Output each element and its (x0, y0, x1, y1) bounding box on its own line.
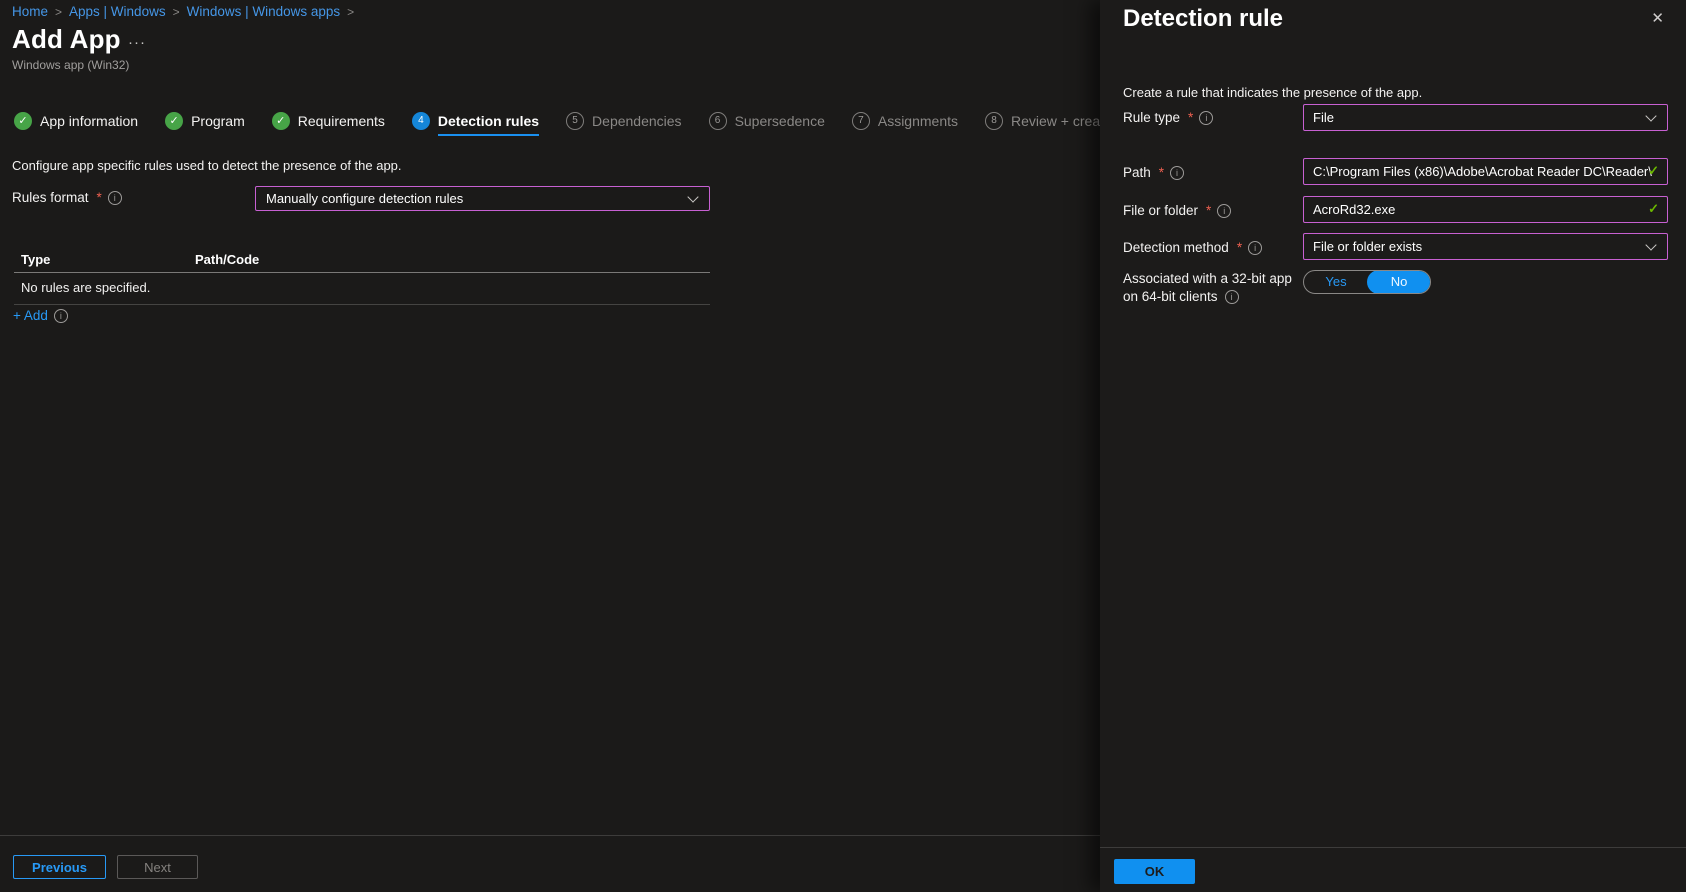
rule-type-label: Rule type * i (1123, 110, 1213, 125)
previous-button[interactable]: Previous (13, 855, 106, 879)
step-label: Detection rules (438, 113, 539, 136)
breadcrumb: Home > Apps | Windows > Windows | Window… (12, 4, 354, 19)
label-text: File or folder (1123, 203, 1198, 218)
toggle-option-yes[interactable]: Yes (1304, 271, 1368, 293)
path-value: C:\Program Files (x86)\Adobe\Acrobat Rea… (1313, 164, 1652, 179)
panel-title: Detection rule (1123, 5, 1283, 33)
step-program[interactable]: ✓ Program (165, 112, 245, 130)
rules-format-value: Manually configure detection rules (266, 191, 463, 206)
associated-32bit-label-line1: Associated with a 32-bit app (1123, 271, 1292, 286)
required-asterisk: * (1206, 203, 1211, 218)
add-rule-link[interactable]: + Add i (13, 308, 68, 323)
path-label: Path * i (1123, 165, 1184, 180)
table-empty-message: No rules are specified. (21, 280, 150, 295)
step-label: Assignments (878, 113, 958, 129)
chevron-right-icon: > (347, 5, 354, 19)
step-detection-rules[interactable]: 4 Detection rules (412, 112, 539, 130)
chevron-down-icon (1645, 110, 1656, 121)
table-divider (14, 304, 710, 305)
breadcrumb-link-apps-windows[interactable]: Apps | Windows (69, 4, 166, 19)
chevron-down-icon (687, 191, 698, 202)
required-asterisk: * (97, 190, 102, 205)
step-assignments[interactable]: 7 Assignments (852, 112, 958, 130)
panel-description: Create a rule that indicates the presenc… (1123, 85, 1422, 100)
next-button[interactable]: Next (117, 855, 198, 879)
label-text: on 64-bit clients (1123, 289, 1218, 304)
step-label: Dependencies (592, 113, 682, 129)
label-text: Detection method (1123, 240, 1229, 255)
valid-check-icon: ✓ (1648, 201, 1659, 217)
check-circle-icon: ✓ (165, 112, 183, 130)
rule-type-value: File (1313, 110, 1334, 125)
breadcrumb-link-windows-apps[interactable]: Windows | Windows apps (187, 4, 341, 19)
step-label: Program (191, 113, 245, 129)
check-circle-icon: ✓ (272, 112, 290, 130)
step-number-icon: 7 (852, 112, 870, 130)
table-divider (14, 272, 710, 273)
step-label: App information (40, 113, 138, 129)
step-review-create[interactable]: 8 Review + create (985, 112, 1112, 130)
info-icon[interactable]: i (1248, 241, 1262, 255)
step-number-icon: 8 (985, 112, 1003, 130)
valid-check-icon: ✓ (1648, 163, 1659, 179)
required-asterisk: * (1188, 110, 1193, 125)
step-dependencies[interactable]: 5 Dependencies (566, 112, 682, 130)
rules-format-label: Rules format * i (12, 190, 122, 205)
breadcrumb-link-home[interactable]: Home (12, 4, 48, 19)
detection-method-value: File or folder exists (1313, 239, 1422, 254)
page-subtitle: Windows app (Win32) (12, 58, 129, 72)
info-icon[interactable]: i (1225, 290, 1239, 304)
detection-rule-panel: Detection rule ✕ Create a rule that indi… (1100, 0, 1686, 892)
step-supersedence[interactable]: 6 Supersedence (709, 112, 825, 130)
close-icon[interactable]: ✕ (1651, 9, 1664, 27)
step-number-icon: 4 (412, 112, 430, 130)
table-header-path-code: Path/Code (195, 252, 259, 267)
step-requirements[interactable]: ✓ Requirements (272, 112, 385, 130)
toggle-option-no[interactable]: No (1367, 270, 1431, 294)
file-or-folder-value: AcroRd32.exe (1313, 202, 1395, 217)
step-app-information[interactable]: ✓ App information (14, 112, 138, 130)
required-asterisk: * (1237, 240, 1242, 255)
wizard-steps: ✓ App information ✓ Program ✓ Requiremen… (14, 112, 1112, 130)
rules-format-dropdown[interactable]: Manually configure detection rules (255, 186, 710, 211)
rule-type-dropdown[interactable]: File (1303, 104, 1668, 131)
info-icon[interactable]: i (1199, 111, 1213, 125)
detection-rules-description: Configure app specific rules used to det… (12, 158, 402, 173)
file-or-folder-input[interactable]: AcroRd32.exe ✓ (1303, 196, 1668, 223)
step-number-icon: 5 (566, 112, 584, 130)
chevron-right-icon: > (173, 5, 180, 19)
ok-button[interactable]: OK (1114, 859, 1195, 884)
step-label: Requirements (298, 113, 385, 129)
detection-method-label: Detection method * i (1123, 240, 1262, 255)
chevron-right-icon: > (55, 5, 62, 19)
page-title: Add App (12, 24, 121, 55)
info-icon[interactable]: i (1170, 166, 1184, 180)
add-link-text: + Add (13, 308, 48, 323)
chevron-down-icon (1645, 239, 1656, 250)
required-asterisk: * (1159, 165, 1164, 180)
info-icon[interactable]: i (54, 309, 68, 323)
associated-32bit-label-line2: on 64-bit clients i (1123, 289, 1239, 304)
more-options-icon[interactable]: ··· (128, 34, 146, 51)
info-icon[interactable]: i (108, 191, 122, 205)
table-header-type: Type (21, 252, 50, 267)
step-number-icon: 6 (709, 112, 727, 130)
footer-divider (0, 835, 1100, 836)
label-text: Rule type (1123, 110, 1180, 125)
step-label: Supersedence (735, 113, 825, 129)
label-text: Path (1123, 165, 1151, 180)
panel-footer-divider (1100, 847, 1686, 848)
detection-method-dropdown[interactable]: File or folder exists (1303, 233, 1668, 260)
path-input[interactable]: C:\Program Files (x86)\Adobe\Acrobat Rea… (1303, 158, 1668, 185)
file-or-folder-label: File or folder * i (1123, 203, 1231, 218)
check-circle-icon: ✓ (14, 112, 32, 130)
info-icon[interactable]: i (1217, 204, 1231, 218)
associated-32bit-toggle[interactable]: Yes No (1303, 270, 1431, 294)
step-label: Review + create (1011, 113, 1112, 129)
label-text: Rules format (12, 190, 89, 205)
